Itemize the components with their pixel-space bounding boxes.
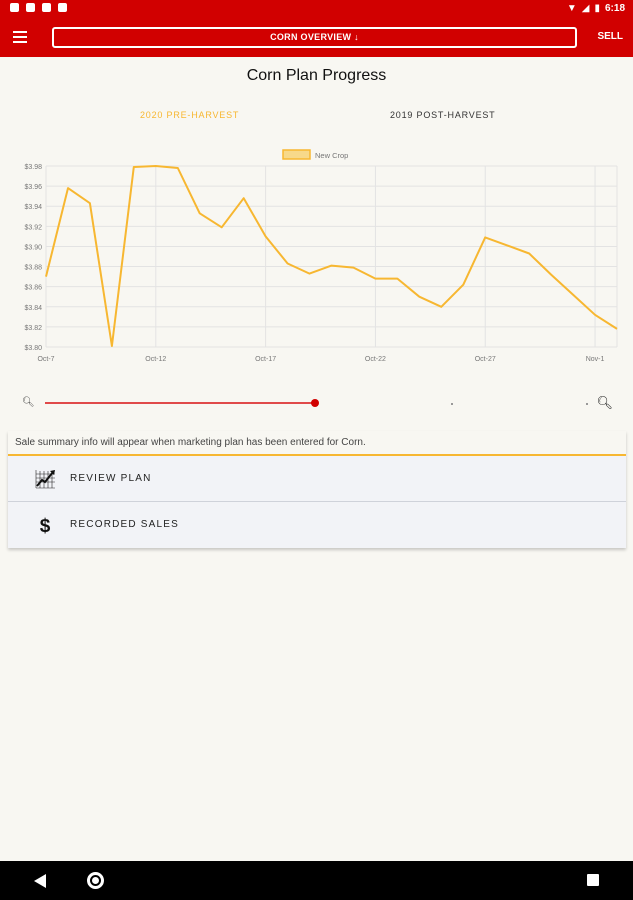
slider-tick-mark xyxy=(451,403,453,405)
zoom-slider-track[interactable] xyxy=(45,402,315,404)
y-tick-label: $3.86 xyxy=(24,285,42,292)
y-tick-label: $3.90 xyxy=(24,244,42,251)
settings-status-icon xyxy=(10,3,19,12)
recorded-sales-button[interactable]: $ RECORDED SALES xyxy=(8,502,626,548)
page-title: Corn Plan Progress xyxy=(246,67,387,84)
x-tick-label: Nov-1 xyxy=(586,356,605,363)
y-tick-label: $3.92 xyxy=(24,224,42,231)
app-status-icon xyxy=(42,3,51,12)
y-tick-label: $3.94 xyxy=(24,204,42,211)
recorded-sales-label: RECORDED SALES xyxy=(70,519,180,530)
back-icon[interactable] xyxy=(34,874,46,888)
status-bar: ▼ ◢ ▮ 6:18 xyxy=(0,0,633,18)
recents-icon[interactable] xyxy=(587,874,599,886)
system-nav-bar xyxy=(0,861,633,900)
y-tick-label: $3.96 xyxy=(24,184,42,191)
legend-swatch xyxy=(282,149,311,160)
battery-icon: ▮ xyxy=(594,3,600,14)
y-tick-label: $3.82 xyxy=(24,325,42,332)
y-tick-label: $3.80 xyxy=(24,345,42,352)
chart-trend-icon xyxy=(35,470,55,489)
y-tick-label: $3.84 xyxy=(24,305,42,312)
x-tick-label: Oct-27 xyxy=(475,356,496,363)
x-tick-label: Oct-22 xyxy=(365,356,386,363)
progress-chart: $3.80 $3.82 $3.84 $3.86 $3.88 $3.90 $3.92 $3.94… xyxy=(0,145,633,375)
review-plan-label: REVIEW PLAN xyxy=(70,473,152,484)
wifi-icon: ▼ xyxy=(566,3,577,14)
line-chart-svg: $3.80 $3.82 $3.84 $3.86 $3.88 $3.90 $3.92 $3.94… xyxy=(24,149,618,363)
y-tick-label: $3.88 xyxy=(24,265,42,272)
sd-card-status-icon xyxy=(58,3,67,12)
zoom-out-icon[interactable]: 🔍︎ xyxy=(22,397,35,408)
home-icon[interactable] xyxy=(87,872,104,889)
series-line-new-crop xyxy=(45,165,618,347)
legend-label: New Crop xyxy=(315,151,348,160)
signal-icon: ◢ xyxy=(581,3,590,14)
tab-2020-pre-harvest[interactable]: 2020 PRE-HARVEST xyxy=(140,110,239,120)
zoom-slider-thumb[interactable] xyxy=(311,399,319,407)
slider-tick-mark xyxy=(586,403,588,405)
corn-overview-button[interactable]: CORN OVERVIEW ↓ xyxy=(52,27,577,48)
menu-icon[interactable] xyxy=(13,31,27,43)
plan-card: Sale summary info will appear when marke… xyxy=(8,431,626,548)
status-time: 6:18 xyxy=(604,3,625,14)
zoom-in-icon[interactable]: 🔍︎ xyxy=(596,395,613,411)
season-tabs: 2020 PRE-HARVEST 2019 POST-HARVEST xyxy=(0,110,633,126)
notification-status-icon xyxy=(26,3,35,12)
x-tick-label: Oct-12 xyxy=(145,356,166,363)
tab-2019-post-harvest[interactable]: 2019 POST-HARVEST xyxy=(390,110,495,120)
sale-summary-text: Sale summary info will appear when marke… xyxy=(8,431,626,456)
x-tick-label: Oct-17 xyxy=(255,356,276,363)
x-tick-label: Oct-7 xyxy=(37,356,54,363)
y-tick-label: $3.98 xyxy=(24,164,42,171)
zoom-slider-row: 🔍︎ 🔍︎ xyxy=(0,393,633,413)
sell-button[interactable]: SELL xyxy=(597,31,623,42)
dollar-icon: $ xyxy=(40,516,51,536)
app-toolbar: CORN OVERVIEW ↓ SELL xyxy=(0,18,633,57)
review-plan-button[interactable]: REVIEW PLAN xyxy=(8,456,626,502)
svg-text:$: $ xyxy=(40,516,51,536)
